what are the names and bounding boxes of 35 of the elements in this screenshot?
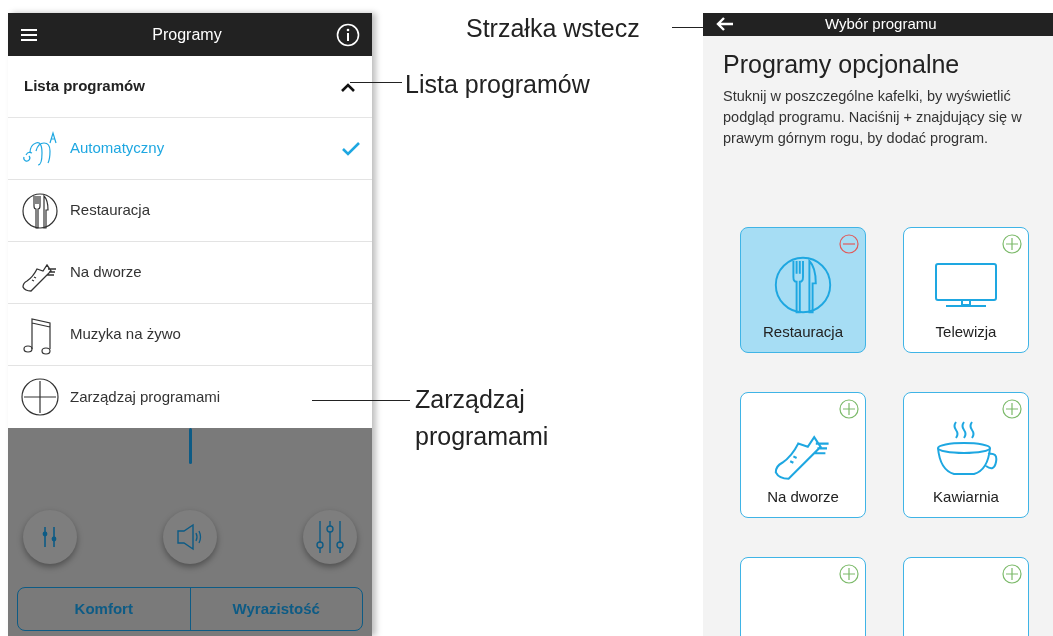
program-tile[interactable]: Restauracja	[740, 226, 866, 353]
back-arrow-icon[interactable]	[715, 16, 735, 33]
volume-button[interactable]	[163, 510, 217, 564]
callout-label: Zarządzaj programami	[415, 384, 550, 452]
minus-circle-icon[interactable]	[839, 233, 859, 254]
program-tile[interactable]: Na dworze	[740, 391, 866, 518]
list-header[interactable]: Lista programów	[8, 56, 372, 118]
equalizer-button[interactable]	[303, 510, 357, 564]
plate-cutlery-icon	[20, 190, 60, 231]
section-heading: Programy opcjonalne	[723, 48, 961, 80]
plus-circle-icon[interactable]	[1002, 233, 1022, 254]
list-header-label: Lista programów	[24, 76, 145, 97]
program-item[interactable]: Na dworze	[8, 242, 372, 304]
plus-circle-icon	[20, 377, 60, 417]
plus-circle-icon[interactable]	[839, 398, 859, 419]
adjust-button[interactable]	[23, 510, 77, 564]
menu-icon[interactable]	[20, 27, 38, 42]
screen-title: Wybór programu	[825, 14, 937, 34]
equalizer-icon	[315, 519, 345, 555]
callout-label: Strzałka wstecz	[466, 13, 640, 44]
program-item[interactable]: Restauracja	[8, 180, 372, 242]
info-icon[interactable]	[336, 22, 360, 47]
manage-programs-item[interactable]: Zarządzaj programami	[8, 366, 372, 428]
description-text: Stuknij w poszczególne kafelki, by wyświetlić podgląd programu. Naciśnij + znajdujący się w prawym górnym rogu, by dodać program.	[723, 86, 1023, 148]
screen-title: Programy	[152, 24, 222, 45]
leader-line	[350, 82, 402, 83]
program-tile[interactable]: Telewizja	[903, 226, 1029, 353]
checkmark-icon	[342, 141, 360, 156]
slider-line	[188, 428, 192, 464]
plus-circle-icon[interactable]	[839, 563, 859, 584]
plus-circle-icon[interactable]	[1002, 398, 1022, 419]
plus-circle-icon[interactable]	[1002, 563, 1022, 584]
callout-label: Lista programów	[405, 69, 590, 100]
program-item[interactable]: Muzyka na żywo	[8, 304, 372, 366]
program-tile[interactable]: Kawiarnia	[903, 391, 1029, 518]
